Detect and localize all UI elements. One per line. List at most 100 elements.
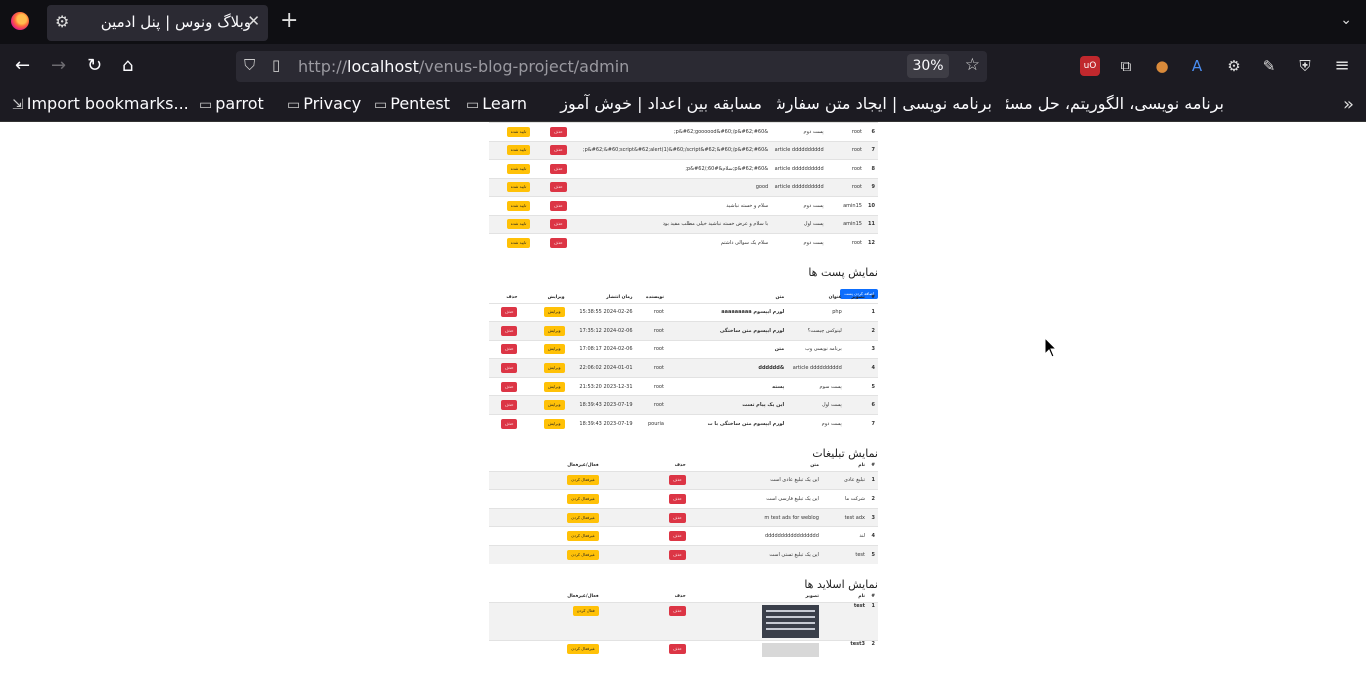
ad-text: این یک تبلیغ تستی است xyxy=(688,545,822,565)
new-tab-button[interactable]: + xyxy=(280,9,298,33)
bookmarks-overflow-icon[interactable]: » xyxy=(1343,94,1354,115)
delete-button[interactable]: حذف xyxy=(500,344,518,355)
tracking-shield-icon[interactable]: ⛉ xyxy=(244,56,255,74)
row-id: 5 xyxy=(867,545,878,565)
settings-gear-icon[interactable]: ⚙ xyxy=(1224,56,1244,76)
ad-name: تبلیغ عادی xyxy=(821,470,868,490)
toggle-cell: فعال کردن xyxy=(489,601,602,641)
delete-button[interactable]: حذف xyxy=(500,419,518,430)
delete-button[interactable]: حذف xyxy=(500,381,518,392)
bookmark-pentest[interactable]: ▭ Pentest xyxy=(374,94,450,115)
pencil-icon[interactable]: ✎ xyxy=(1259,56,1279,76)
toggle-button[interactable]: غیرفعال کردن xyxy=(567,494,599,505)
table-row: 3 برنامه نویسی وب متن root 2024-02-06 17:08:… xyxy=(489,339,878,359)
delete-button[interactable]: حذف xyxy=(500,400,518,411)
delete-button[interactable]: حذف xyxy=(669,550,686,561)
ad-text: این یک تبلیغ فارسی است xyxy=(688,489,822,509)
bookmark-parrot[interactable]: ▭ parrot xyxy=(199,94,264,115)
post-author: root xyxy=(635,302,667,322)
bookmark-import[interactable]: ⇲ Import bookmarks... xyxy=(12,94,189,115)
bookmark-learn[interactable]: ▭ Learn xyxy=(466,94,527,115)
close-tab-icon[interactable]: ✕ xyxy=(247,12,260,30)
toggle-button[interactable]: غیرفعال کردن xyxy=(567,550,599,561)
delete-button[interactable]: حذف xyxy=(669,512,686,523)
url-bar[interactable]: ⛉ ▯ http://localhost/venus-blog-project/… xyxy=(236,51,987,82)
slide-thumbnail xyxy=(761,642,819,657)
delete-button[interactable]: حذف xyxy=(669,494,686,505)
url-text[interactable]: http://localhost/venus-blog-project/admi… xyxy=(298,57,629,76)
toggle-button[interactable]: غیرفعال کردن xyxy=(567,512,599,523)
edit-cell: ویرایش xyxy=(520,358,568,378)
edit-button[interactable]: ویرایش xyxy=(543,363,565,374)
edit-button[interactable]: ویرایش xyxy=(543,325,565,336)
delete-button[interactable]: حذف xyxy=(549,238,567,248)
toggle-button[interactable]: غیرفعال کردن xyxy=(567,643,599,654)
post-text: &dddddd xyxy=(666,358,788,378)
firefox-logo-icon[interactable] xyxy=(11,12,29,30)
mouse-cursor-icon xyxy=(1044,337,1058,358)
row-id: 2 xyxy=(867,639,878,661)
toggle-button[interactable]: فعال کردن xyxy=(572,605,599,616)
delete-button[interactable]: حذف xyxy=(549,163,567,174)
bookmark-algorithm[interactable]: برنامه نویسی، الگوریتم، حل مسئله xyxy=(1006,94,1224,114)
bookmark-star-icon[interactable]: ☆ xyxy=(965,55,980,75)
toggle-button[interactable]: غیرفعال کردن xyxy=(567,531,599,542)
edit-button[interactable]: ویرایش xyxy=(543,419,565,430)
toggle-button[interactable]: غیرفعال کردن xyxy=(567,475,599,486)
tab-list-chevron-icon[interactable]: ⌄ xyxy=(1340,12,1352,28)
edit-button[interactable]: ویرایش xyxy=(543,307,565,318)
table-row: 7 پست دوم لورم ایپسوم متن ساختگی با ت pouri… xyxy=(489,414,878,434)
back-button[interactable]: ← xyxy=(15,54,30,78)
delete-button[interactable]: حذف xyxy=(549,145,567,156)
approved-button[interactable]: تایید شده xyxy=(506,200,531,211)
ublock-icon[interactable]: uO xyxy=(1080,56,1100,76)
delete-button[interactable]: حذف xyxy=(500,363,518,374)
approved-button[interactable]: تایید شده xyxy=(506,219,531,230)
table-row: 5 test این یک تبلیغ تستی است حذف غیرفعال کرد… xyxy=(489,545,878,565)
row-id: 12 xyxy=(864,233,878,252)
shield-icon[interactable]: ⛨ xyxy=(1295,56,1315,76)
extensions-icon[interactable]: ⧉ xyxy=(1116,56,1136,76)
approved-button[interactable]: تایید شده xyxy=(506,182,531,193)
edit-button[interactable]: ویرایش xyxy=(543,381,565,392)
active-tab[interactable]: ⚙ وبلاگ ونوس | پنل ادمین ✕ xyxy=(47,5,268,41)
comment-text: &#60;p&#62;goooood&#60;/p&#62; xyxy=(569,122,772,141)
translate-icon[interactable]: A xyxy=(1187,56,1207,76)
approved-button[interactable]: تایید شده xyxy=(506,238,531,248)
reload-button[interactable]: ↻ xyxy=(87,54,102,78)
delete-button[interactable]: حذف xyxy=(549,182,567,193)
toggle-cell: غیرفعال کردن xyxy=(489,526,602,546)
approved-button[interactable]: تایید شده xyxy=(506,145,531,156)
bookmark-khoshamooz[interactable]: مسابقه بین اعداد | خوش آموز xyxy=(547,94,762,114)
delete-button[interactable]: حذف xyxy=(549,126,567,137)
table-row: 1 تبلیغ عادی این یک تبلیغ عادی است حذف غیرفع… xyxy=(489,470,878,490)
bookmark-custom-text[interactable]: برنامه نویسی | ایجاد متن سفارشی xyxy=(777,94,992,114)
delete-button[interactable]: حذف xyxy=(669,605,686,616)
delete-button[interactable]: حذف xyxy=(669,475,686,486)
comment-text: سلام و خسته نباشید xyxy=(569,196,772,215)
approved-button[interactable]: تایید شده xyxy=(506,126,531,137)
edit-button[interactable]: ویرایش xyxy=(543,400,565,411)
folder-icon: ▭ xyxy=(374,97,388,113)
cookie-icon[interactable]: ● xyxy=(1152,56,1172,76)
delete-button[interactable]: حذف xyxy=(549,219,567,230)
bookmark-privacy[interactable]: ▭ Privacy xyxy=(287,94,361,115)
post-author: root xyxy=(635,395,667,415)
delete-cell: حذف xyxy=(533,233,570,252)
edit-button[interactable]: ویرایش xyxy=(543,344,565,355)
thumbnail-line xyxy=(765,609,815,612)
delete-button[interactable]: حذف xyxy=(549,200,567,211)
edit-cell: ویرایش xyxy=(520,321,568,341)
delete-button[interactable]: حذف xyxy=(500,325,518,336)
delete-button[interactable]: حذف xyxy=(669,643,686,654)
delete-button[interactable]: حذف xyxy=(500,307,518,318)
home-button[interactable]: ⌂ xyxy=(122,54,133,78)
approved-button[interactable]: تایید شده xyxy=(506,163,531,174)
column-header: متن xyxy=(775,295,785,301)
forward-button[interactable]: → xyxy=(51,54,66,78)
zoom-level[interactable]: 30% xyxy=(907,54,949,78)
menu-icon[interactable]: ≡ xyxy=(1332,56,1352,76)
delete-button[interactable]: حذف xyxy=(669,531,686,542)
post-text: لورم ایپسوم متن ساختگی xyxy=(666,321,788,341)
page-info-icon[interactable]: ▯ xyxy=(272,56,280,74)
